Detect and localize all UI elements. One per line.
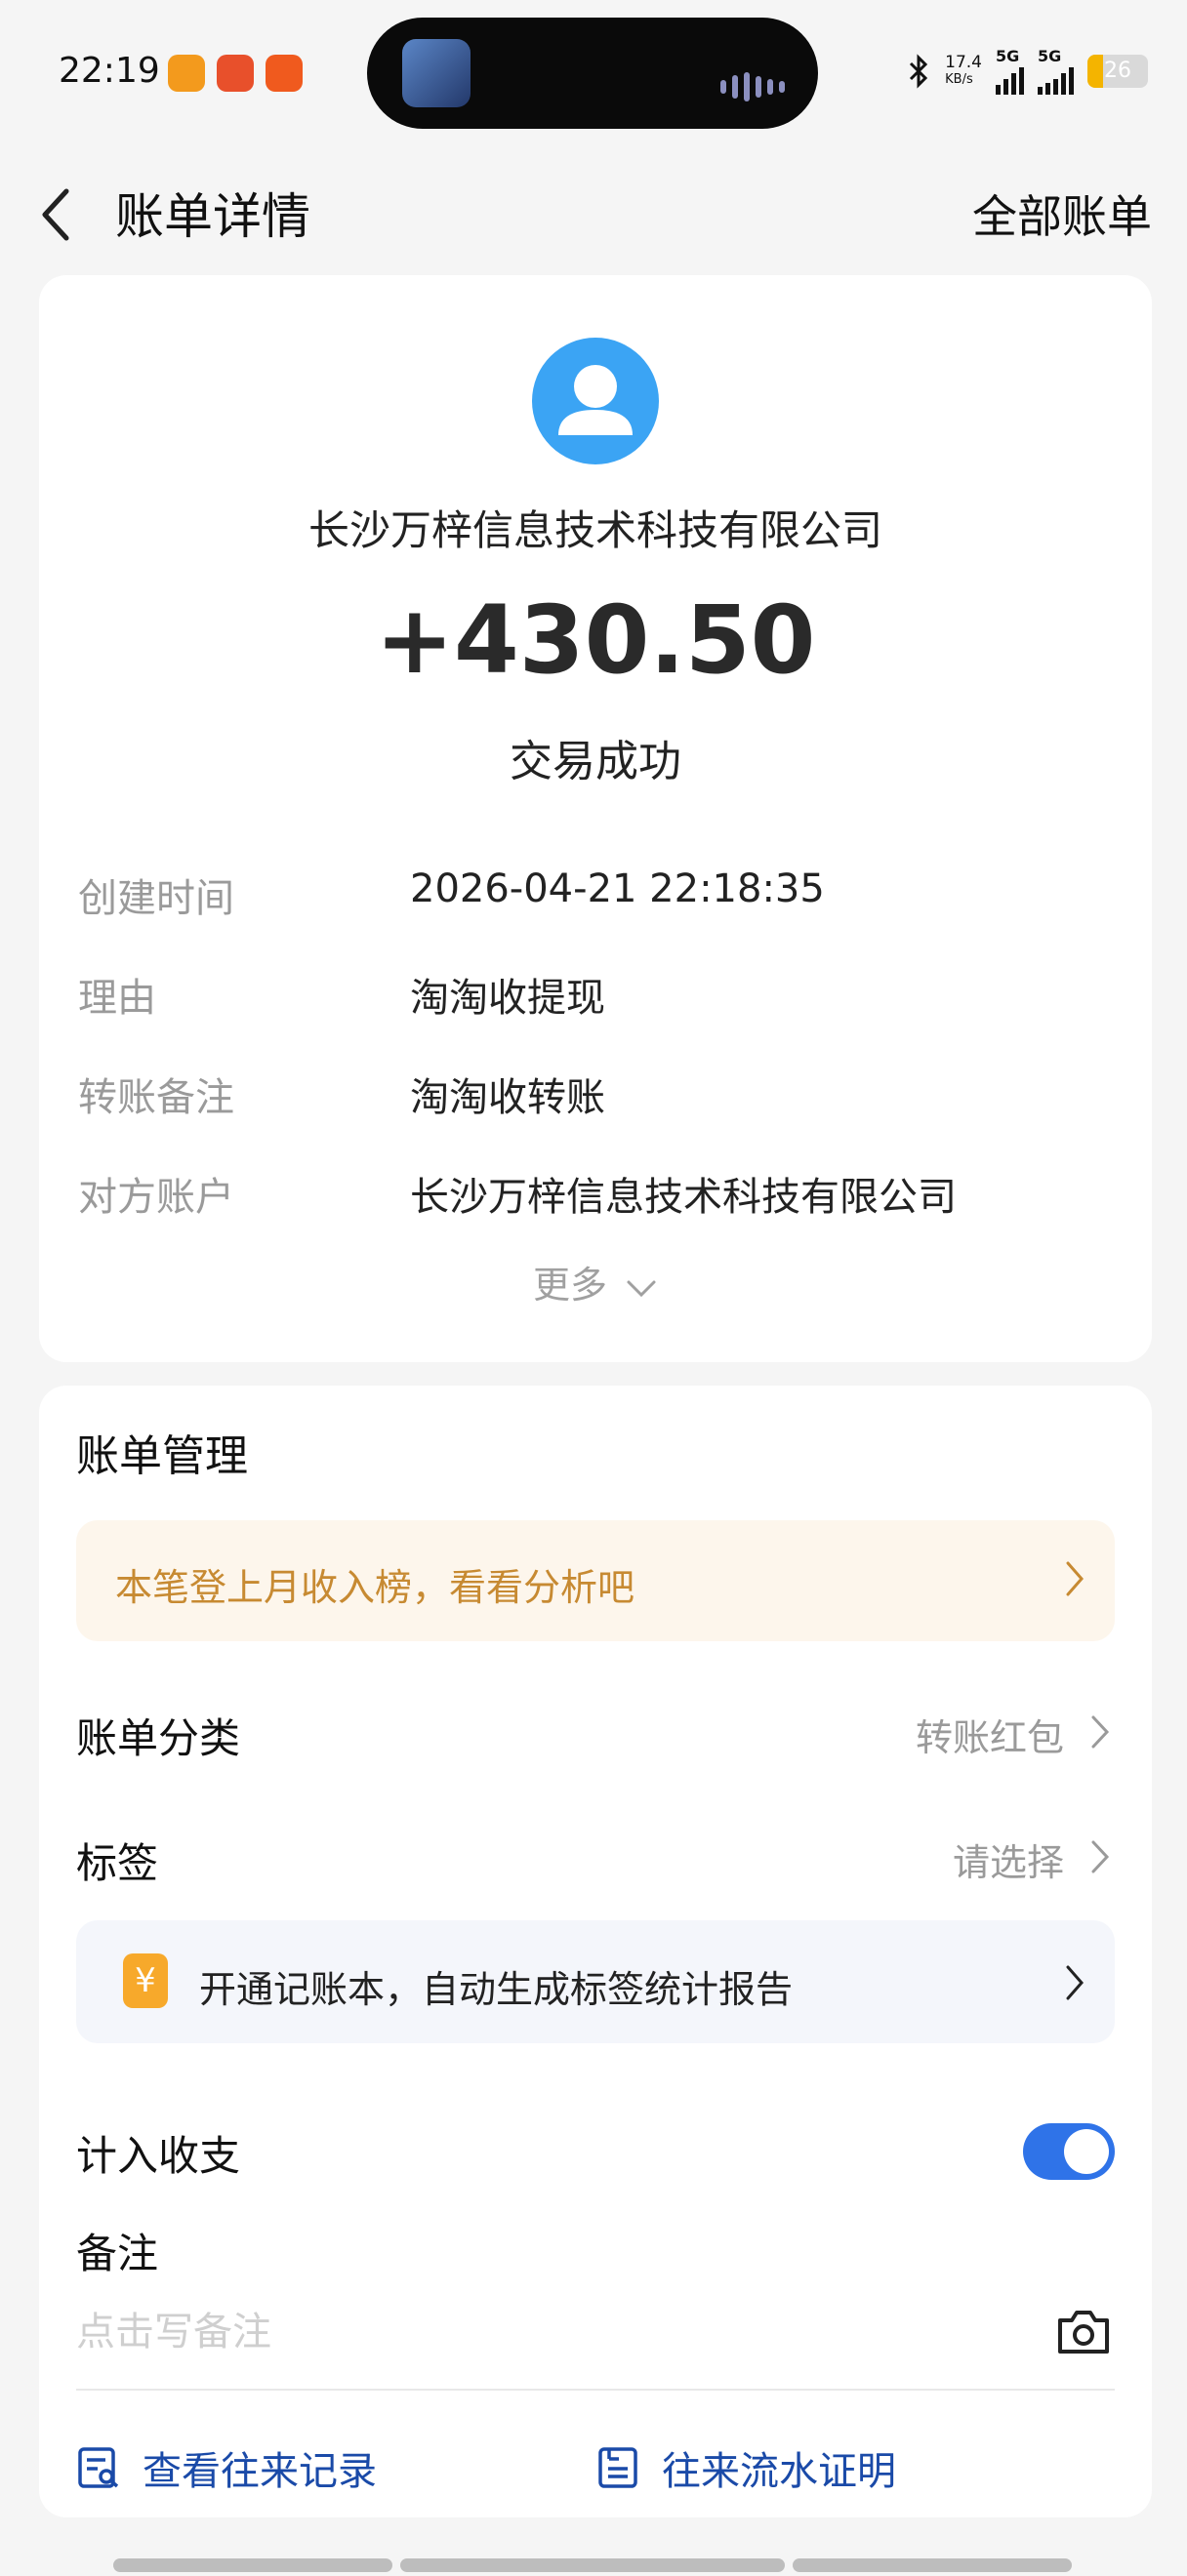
chevron-right-icon	[1091, 1840, 1110, 1873]
bluetooth-icon	[910, 53, 928, 89]
document-icon	[598, 2447, 637, 2488]
network-speed-unit: KB/s	[945, 71, 973, 87]
app-notification-icon	[168, 55, 205, 92]
chevron-right-icon	[1066, 1965, 1084, 2000]
include-label: 计入收支	[76, 2132, 241, 2180]
detail-label: 对方账户	[78, 1175, 234, 1220]
ledger-text: 开通记账本，自动生成标签统计报告	[199, 1968, 794, 2011]
toggle-knob	[1064, 2129, 1109, 2174]
detail-label: 理由	[78, 976, 156, 1021]
all-bills-link[interactable]: 全部账单	[972, 181, 1152, 246]
view-records-link[interactable]: 查看往来记录	[76, 2439, 377, 2496]
signal-bars-icon	[996, 65, 1024, 95]
include-toggle[interactable]	[1023, 2123, 1115, 2180]
detail-row-counterparty: 对方账户 长沙万梓信息技术科技有限公司	[78, 1155, 1113, 1224]
detail-row-reason: 理由 淘淘收提现	[78, 956, 1113, 1025]
detail-label: 转账备注	[78, 1075, 234, 1120]
notification-icons	[168, 55, 303, 92]
chevron-down-icon	[627, 1280, 656, 1297]
system-icons: 17.4 KB/s 5G 5G 26	[906, 47, 1148, 95]
network-speed: 17.4	[945, 52, 982, 72]
media-thumbnail	[402, 39, 471, 107]
chevron-left-icon[interactable]	[37, 185, 76, 244]
category-value: 转账红包	[915, 1716, 1064, 1759]
nav-bar: 账单详情 全部账单	[0, 146, 1187, 273]
user-avatar-icon	[532, 338, 659, 464]
section-title: 账单管理	[76, 1431, 248, 1481]
tag-value: 请选择	[952, 1841, 1064, 1884]
battery-level: 26	[1104, 58, 1131, 83]
statement-proof-label: 往来流水证明	[662, 2449, 896, 2494]
more-button[interactable]: 更多	[39, 1255, 1152, 1308]
signal-bars-icon	[1038, 65, 1074, 95]
more-label: 更多	[532, 1264, 607, 1307]
detail-label: 创建时间	[78, 876, 234, 921]
status-time: 22:19	[59, 51, 160, 91]
app-notification-icon	[217, 55, 254, 92]
bottom-indicator	[113, 2558, 392, 2572]
note-input[interactable]	[76, 2303, 1033, 2361]
monthly-ranking-banner[interactable]: 本笔登上月收入榜，看看分析吧	[76, 1520, 1115, 1641]
dynamic-island[interactable]	[367, 18, 818, 129]
include-in-budget-row: 计入收支	[76, 2110, 1115, 2188]
payee-name: 长沙万梓信息技术科技有限公司	[307, 506, 882, 554]
signal-type-2: 5G	[1038, 47, 1062, 65]
banner-text: 本笔登上月收入榜，看看分析吧	[115, 1566, 635, 1609]
detail-value: 长沙万梓信息技术科技有限公司	[410, 1175, 957, 1220]
transaction-status: 交易成功	[510, 737, 681, 786]
battery-fill	[1087, 54, 1104, 88]
chevron-right-icon	[1066, 1561, 1084, 1596]
detail-value: 2026-04-21 22:18:35	[410, 866, 825, 911]
statement-proof-link[interactable]: 往来流水证明	[595, 2439, 896, 2496]
transaction-amount: +430.50	[375, 585, 816, 695]
ledger-yuan-icon: ¥	[123, 1953, 168, 2008]
camera-icon[interactable]	[1054, 2307, 1113, 2357]
bottom-indicator	[793, 2558, 1072, 2572]
status-bar: 22:19 17.4 KB/s 5G 5G 26	[0, 0, 1187, 146]
audio-wave-icon	[720, 72, 785, 101]
tag-label: 标签	[76, 1839, 159, 1887]
category-label: 账单分类	[76, 1714, 241, 1762]
signal-type-1: 5G	[996, 47, 1020, 65]
ledger-promo-banner[interactable]: ¥ 开通记账本，自动生成标签统计报告	[76, 1920, 1115, 2043]
bill-category-row[interactable]: 账单分类 转账红包	[76, 1692, 1115, 1770]
record-search-icon	[78, 2447, 119, 2488]
detail-value: 淘淘收提现	[410, 976, 605, 1021]
detail-row-transfer-note: 转账备注 淘淘收转账	[78, 1056, 1113, 1124]
detail-row-created-time: 创建时间 2026-04-21 22:18:35	[78, 857, 1113, 925]
page-title: 账单详情	[115, 188, 310, 245]
view-records-label: 查看往来记录	[143, 2449, 377, 2494]
transaction-card: 长沙万梓信息技术科技有限公司 +430.50 交易成功 创建时间 2026-04…	[39, 275, 1152, 1362]
detail-value: 淘淘收转账	[410, 1075, 605, 1120]
note-label: 备注	[76, 2230, 159, 2277]
battery-icon: 26	[1087, 54, 1148, 88]
divider	[76, 2389, 1115, 2391]
app-notification-icon	[266, 55, 303, 92]
tag-row[interactable]: 标签 请选择	[76, 1817, 1115, 1895]
bottom-indicator	[400, 2558, 785, 2572]
chevron-right-icon	[1091, 1715, 1110, 1749]
bill-management-card: 账单管理 本笔登上月收入榜，看看分析吧 账单分类 转账红包 标签 请选择 ¥ 开…	[39, 1386, 1152, 2517]
